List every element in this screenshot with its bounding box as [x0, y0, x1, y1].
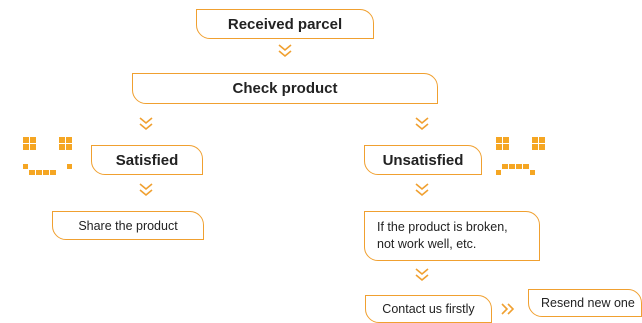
- received-parcel-label: Received parcel: [227, 15, 343, 33]
- down-arrow-icon: [139, 117, 153, 131]
- contact-us-label: Contact us firstly: [382, 302, 475, 316]
- broken-product-line-1: If the product is broken,: [377, 220, 508, 234]
- share-product-node: Share the product: [52, 211, 204, 240]
- pixel-smile-icon: [23, 137, 72, 175]
- satisfied-label: Satisfied: [115, 151, 179, 169]
- broken-product-node: If the product is broken, not work well,…: [364, 211, 540, 261]
- check-product-label: Check product: [232, 80, 338, 97]
- received-parcel-node: Received parcel: [196, 9, 374, 39]
- contact-us-node: Contact us firstly: [365, 295, 492, 323]
- down-arrow-icon: [415, 268, 429, 282]
- unsatisfied-node: Unsatisfied: [364, 145, 482, 175]
- share-product-label: Share the product: [78, 218, 178, 233]
- down-arrow-icon: [415, 117, 429, 131]
- check-product-node: Check product: [132, 73, 438, 104]
- resend-node: Resend new one: [528, 289, 642, 317]
- down-arrow-icon: [278, 44, 292, 58]
- unsatisfied-label: Unsatisfied: [382, 151, 464, 169]
- resend-label: Resend new one: [541, 296, 635, 310]
- down-arrow-icon: [415, 183, 429, 197]
- broken-product-text: If the product is broken, not work well,…: [377, 219, 508, 253]
- down-arrow-icon: [139, 183, 153, 197]
- broken-product-line-2: not work well, etc.: [377, 237, 477, 251]
- pixel-frown-icon: [496, 137, 545, 175]
- double-chevron-right-icon: [501, 303, 515, 315]
- satisfied-node: Satisfied: [91, 145, 203, 175]
